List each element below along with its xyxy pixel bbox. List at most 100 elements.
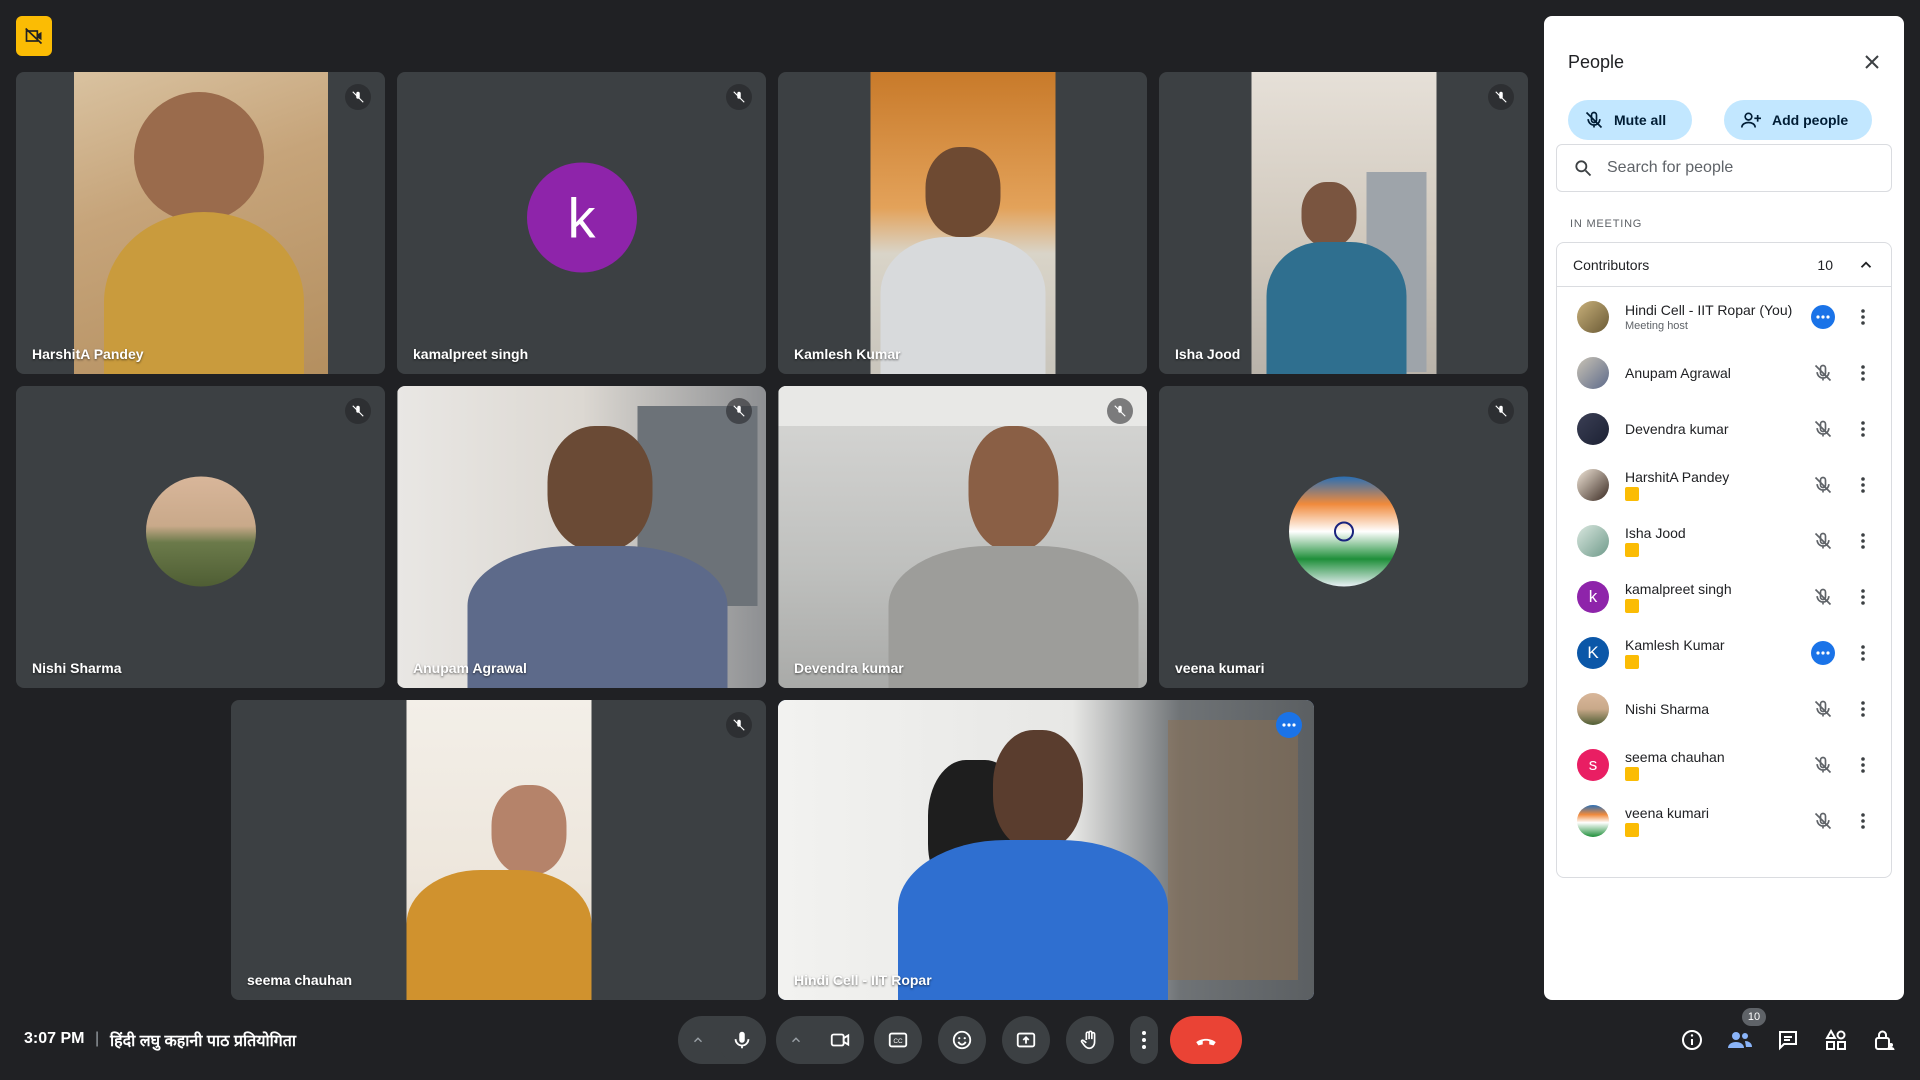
avatar bbox=[1577, 301, 1609, 333]
list-item[interactable]: Nishi Sharma bbox=[1557, 681, 1891, 737]
contributors-label: Contributors bbox=[1573, 256, 1650, 273]
captions-button[interactable]: CC bbox=[874, 1016, 922, 1064]
list-item[interactable]: Anupam Agrawal bbox=[1557, 345, 1891, 401]
video-feed bbox=[73, 72, 328, 374]
chevron-up-icon[interactable] bbox=[1857, 256, 1875, 274]
avatar bbox=[1577, 805, 1609, 837]
mic-off-icon[interactable] bbox=[1811, 473, 1835, 497]
kebab-menu-icon[interactable] bbox=[1851, 753, 1875, 777]
mic-off-icon bbox=[1585, 111, 1603, 129]
mute-all-button[interactable]: Mute all bbox=[1568, 100, 1692, 140]
more-options-icon[interactable] bbox=[1276, 712, 1302, 738]
more-actions-icon[interactable] bbox=[1811, 305, 1835, 329]
presenter-badge-icon bbox=[1625, 543, 1639, 557]
chat-button[interactable] bbox=[1774, 1026, 1802, 1054]
kebab-menu-icon[interactable] bbox=[1851, 697, 1875, 721]
mic-off-icon[interactable] bbox=[1811, 585, 1835, 609]
add-people-label: Add people bbox=[1772, 112, 1849, 128]
participant-tile-seema[interactable]: seema chauhan bbox=[231, 700, 766, 1000]
present-icon bbox=[1016, 1032, 1036, 1048]
more-actions-icon[interactable] bbox=[1811, 641, 1835, 665]
participant-tile-nishi[interactable]: Nishi Sharma bbox=[16, 386, 385, 688]
kebab-menu-icon[interactable] bbox=[1851, 585, 1875, 609]
close-icon[interactable] bbox=[1860, 50, 1884, 74]
contributors-list: Contributors 10 Hindi Cell - IIT Ropar (… bbox=[1556, 242, 1892, 878]
kebab-menu-icon[interactable] bbox=[1851, 417, 1875, 441]
video-feed bbox=[778, 386, 1147, 688]
kebab-menu-icon[interactable] bbox=[1851, 305, 1875, 329]
more-options-button[interactable] bbox=[1130, 1016, 1158, 1064]
mic-off-icon[interactable] bbox=[1811, 753, 1835, 777]
mic-off-icon[interactable] bbox=[1811, 361, 1835, 385]
list-item[interactable]: HarshitA Pandey bbox=[1557, 457, 1891, 513]
participant-name: seema chauhan bbox=[247, 972, 353, 988]
participant-tile-devendra[interactable]: Devendra kumar bbox=[778, 386, 1147, 688]
camera-button[interactable] bbox=[816, 1016, 864, 1064]
list-item[interactable]: Hindi Cell - IIT Ropar (You) Meeting hos… bbox=[1557, 289, 1891, 345]
svg-text:CC: CC bbox=[893, 1038, 903, 1045]
participant-name: HarshitA Pandey bbox=[1625, 469, 1730, 485]
participant-tile-anupam[interactable]: Anupam Agrawal bbox=[397, 386, 766, 688]
participant-name: Hindi Cell - IIT Ropar bbox=[794, 972, 932, 988]
list-item[interactable]: s seema chauhan bbox=[1557, 737, 1891, 793]
participant-tile-kamalpreet[interactable]: k kamalpreet singh bbox=[397, 72, 766, 374]
microphone-button[interactable] bbox=[718, 1016, 766, 1064]
people-button[interactable] bbox=[1726, 1026, 1754, 1054]
presenter-badge-icon bbox=[1625, 599, 1639, 613]
video-options-button[interactable] bbox=[776, 1016, 816, 1064]
mic-off-icon[interactable] bbox=[1811, 529, 1835, 553]
participant-tile-veena[interactable]: veena kumari bbox=[1159, 386, 1528, 688]
leave-call-button[interactable] bbox=[1170, 1016, 1242, 1064]
reactions-button[interactable] bbox=[938, 1016, 986, 1064]
participant-name: Anupam Agrawal bbox=[1625, 365, 1731, 381]
list-item[interactable]: Isha Jood bbox=[1557, 513, 1891, 569]
role-label: Meeting host bbox=[1625, 320, 1688, 332]
shapes-icon bbox=[1825, 1028, 1846, 1050]
kebab-menu-icon[interactable] bbox=[1851, 809, 1875, 833]
present-screen-button[interactable] bbox=[1002, 1016, 1050, 1064]
participant-name: Devendra kumar bbox=[794, 660, 904, 676]
avatar bbox=[1577, 469, 1609, 501]
panel-title: People bbox=[1568, 52, 1625, 72]
meeting-details-button[interactable] bbox=[1678, 1026, 1706, 1054]
contributors-header[interactable]: Contributors 10 bbox=[1557, 243, 1891, 287]
presenter-badge-icon bbox=[1625, 655, 1639, 669]
no-recording-badge[interactable] bbox=[16, 16, 52, 56]
list-item[interactable]: veena kumari bbox=[1557, 793, 1891, 849]
contributors-count: 10 bbox=[1817, 256, 1833, 273]
muted-mic-icon bbox=[345, 398, 371, 424]
hand-icon bbox=[1080, 1030, 1096, 1050]
activities-button[interactable] bbox=[1822, 1026, 1850, 1054]
avatar bbox=[1288, 476, 1399, 587]
kebab-menu-icon[interactable] bbox=[1851, 473, 1875, 497]
mic-off-icon[interactable] bbox=[1811, 417, 1835, 441]
muted-mic-icon bbox=[726, 84, 752, 110]
mic-off-icon[interactable] bbox=[1811, 697, 1835, 721]
list-item[interactable]: k kamalpreet singh bbox=[1557, 569, 1891, 625]
kebab-menu-icon bbox=[1142, 1031, 1146, 1049]
kebab-menu-icon[interactable] bbox=[1851, 529, 1875, 553]
audio-options-button[interactable] bbox=[678, 1016, 718, 1064]
mic-control-group bbox=[678, 1016, 766, 1064]
raise-hand-button[interactable] bbox=[1066, 1016, 1114, 1064]
kebab-menu-icon[interactable] bbox=[1851, 641, 1875, 665]
video-feed bbox=[778, 700, 1314, 1000]
mic-off-icon[interactable] bbox=[1811, 809, 1835, 833]
video-feed bbox=[406, 700, 591, 1000]
search-box[interactable] bbox=[1556, 144, 1892, 192]
kebab-menu-icon[interactable] bbox=[1851, 361, 1875, 385]
video-feed bbox=[1251, 72, 1436, 374]
host-controls-button[interactable] bbox=[1870, 1026, 1898, 1054]
chat-icon bbox=[1779, 1031, 1797, 1051]
list-item[interactable]: Devendra kumar bbox=[1557, 401, 1891, 457]
emoji-icon bbox=[952, 1030, 972, 1050]
add-people-button[interactable]: Add people bbox=[1724, 100, 1872, 140]
participant-tile-kamlesh[interactable]: Kamlesh Kumar bbox=[778, 72, 1147, 374]
participant-tile-harshita[interactable]: HarshitA Pandey bbox=[16, 72, 385, 374]
video-camera-icon bbox=[830, 1033, 850, 1047]
list-item[interactable]: K Kamlesh Kumar bbox=[1557, 625, 1891, 681]
participant-name: Hindi Cell - IIT Ropar (You) bbox=[1625, 302, 1793, 318]
participant-tile-hindicell[interactable]: Hindi Cell - IIT Ropar bbox=[778, 700, 1314, 1000]
search-input[interactable] bbox=[1607, 159, 1867, 177]
participant-tile-isha[interactable]: Isha Jood bbox=[1159, 72, 1528, 374]
